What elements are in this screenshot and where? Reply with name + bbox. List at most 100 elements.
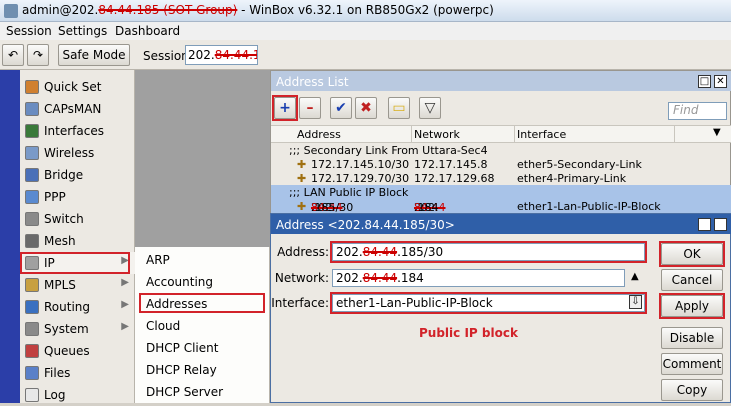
mesh-icon <box>25 234 39 248</box>
sidebar-menu: Quick Set CAPsMAN Interfaces Wireless Bridge… <box>20 70 135 403</box>
x-icon: ✖ <box>360 100 372 116</box>
address-list-title: Address List <box>276 75 349 89</box>
copy-button[interactable]: Copy <box>661 379 723 401</box>
address-label: Address: <box>277 245 329 259</box>
menu-session[interactable]: Session <box>6 24 52 38</box>
undo-button[interactable]: ↶ <box>2 44 24 66</box>
quick-set-icon <box>25 80 39 94</box>
restore-button[interactable]: □ <box>698 75 711 88</box>
close-icon: ✕ <box>716 76 725 87</box>
find-input[interactable]: Find <box>668 102 727 120</box>
menu-dashboard[interactable]: Dashboard <box>115 24 180 38</box>
sidebar-item-label: MPLS <box>44 278 76 292</box>
cell-interface: ether1-Lan-Public-IP-Block <box>517 200 661 213</box>
remove-button[interactable]: – <box>299 97 321 119</box>
sidebar-item-capsman[interactable]: CAPsMAN <box>20 98 135 120</box>
network-field[interactable]: 202.84.44.184 <box>332 269 625 287</box>
column-network[interactable]: Network <box>414 128 460 141</box>
cell-network: 172.17.145.8 <box>414 158 488 171</box>
sidebar-item-mpls[interactable]: MPLS ▶ <box>20 274 135 296</box>
column-header: Address Network Interface ▼ <box>271 125 731 143</box>
disable-button[interactable]: Disable <box>661 327 723 349</box>
comment-button[interactable]: ▭ <box>388 97 410 119</box>
redo-icon: ↷ <box>32 48 44 62</box>
system-icon <box>25 322 39 336</box>
sidebar-item-routing[interactable]: Routing ▶ <box>20 296 135 318</box>
interfaces-icon <box>25 124 39 138</box>
menu-settings[interactable]: Settings <box>58 24 107 38</box>
sidebar-item-switch[interactable]: Switch <box>20 208 135 230</box>
winbox-side-strip <box>0 70 20 403</box>
submenu-item-dhcp-server[interactable]: DHCP Server <box>135 381 270 403</box>
bridge-icon <box>25 168 39 182</box>
disable-button[interactable]: ✖ <box>355 97 377 119</box>
dialog-restore-button[interactable]: □ <box>698 218 711 231</box>
address-list-titlebar: Address List □ ✕ <box>271 71 731 91</box>
collapse-arrow-icon[interactable]: ▲ <box>631 271 639 282</box>
sidebar-item-label: PPP <box>44 190 66 204</box>
close-button[interactable]: ✕ <box>714 75 727 88</box>
table-row-selected[interactable]: ✚ 202. 84.44.185/30 202. 84.44.184 ether1-… <box>271 199 731 214</box>
interface-label: Interface: <box>271 296 329 310</box>
column-interface[interactable]: Interface <box>517 128 566 141</box>
comment-text: ;;; Secondary Link From Uttara-Sec4 <box>289 144 488 157</box>
comment-button[interactable]: Comment <box>661 353 723 375</box>
mpls-icon <box>25 278 39 292</box>
address-dialog-title: Address <202.84.44.185/30> <box>276 218 455 232</box>
session-field[interactable]: 202.84.44.185 <box>185 45 258 65</box>
enable-button[interactable]: ✔ <box>330 97 352 119</box>
redo-button[interactable]: ↷ <box>27 44 49 66</box>
main-toolbar: ↶ ↷ Safe Mode <box>0 40 731 70</box>
table-row[interactable]: ✚ 172.17.145.10/30 172.17.145.8 ether5-S… <box>271 157 731 172</box>
dialog-close-button[interactable]: ✕ <box>714 218 727 231</box>
sidebar-item-wireless[interactable]: Wireless <box>20 142 135 164</box>
sidebar-item-queues[interactable]: Queues <box>20 340 135 362</box>
cell-interface: ether5-Secondary-Link <box>517 158 642 171</box>
submenu-item-dhcp-client[interactable]: DHCP Client <box>135 337 270 359</box>
sidebar-item-label: Routing <box>44 300 91 314</box>
queues-icon <box>25 344 39 358</box>
submenu-item-cloud[interactable]: Cloud <box>135 315 270 337</box>
network-label: Network: <box>274 271 329 285</box>
submenu-item-accounting[interactable]: Accounting <box>135 271 270 293</box>
sidebar-item-label: System <box>44 322 89 336</box>
column-menu-icon[interactable]: ▼ <box>713 127 721 138</box>
submenu-item-dhcp-relay[interactable]: DHCP Relay <box>135 359 270 381</box>
interface-field-highlight <box>330 292 647 314</box>
sidebar-item-label: Files <box>44 366 71 380</box>
filter-button[interactable]: ▽ <box>419 97 441 119</box>
address-entry-icon: ✚ <box>297 172 307 185</box>
address-dialog: Address <202.84.44.185/30> □ ✕ Address: … <box>270 213 731 403</box>
sidebar-item-mesh[interactable]: Mesh <box>20 230 135 252</box>
apply-button-highlight <box>659 293 725 319</box>
sidebar-item-system[interactable]: System ▶ <box>20 318 135 340</box>
submenu-arrow-icon: ▶ <box>121 321 129 332</box>
submenu-arrow-icon: ▶ <box>121 299 129 310</box>
table-row[interactable]: ✚ 172.17.129.70/30 172.17.129.68 ether4-… <box>271 171 731 186</box>
submenu-arrow-icon: ▶ <box>121 277 129 288</box>
cell-interface: ether4-Primary-Link <box>517 172 627 185</box>
menu-bar: Session Settings Dashboard <box>0 22 731 40</box>
cell-address: 172.17.129.70/30 <box>311 172 410 185</box>
safe-mode-button[interactable]: Safe Mode <box>58 44 130 66</box>
sidebar-item-ip[interactable]: IP ▶ <box>20 252 135 274</box>
list-item[interactable]: ;;; LAN Public IP Block <box>271 185 731 200</box>
sidebar-item-quick-set[interactable]: Quick Set <box>20 76 135 98</box>
address-list-window: Address List □ ✕ + – ✔ ✖ ▭ ▽ Find Addres… <box>270 70 731 214</box>
cell-address: 172.17.145.10/30 <box>311 158 410 171</box>
window-titlebar: admin@202.84.44.185 (SOT Group) - WinBox… <box>0 0 731 22</box>
sidebar-item-label: Mesh <box>44 234 76 248</box>
sidebar-item-interfaces[interactable]: Interfaces <box>20 120 135 142</box>
undo-icon: ↶ <box>7 48 19 62</box>
column-address[interactable]: Address <box>297 128 341 141</box>
cancel-button[interactable]: Cancel <box>661 269 723 291</box>
comment-text: ;;; LAN Public IP Block <box>289 186 409 199</box>
sidebar-item-ppp[interactable]: PPP <box>20 186 135 208</box>
winbox-icon <box>4 4 18 18</box>
list-item[interactable]: ;;; Secondary Link From Uttara-Sec4 <box>271 143 731 158</box>
sidebar-item-bridge[interactable]: Bridge <box>20 164 135 186</box>
ok-button-highlight <box>659 241 725 267</box>
submenu-item-arp[interactable]: ARP <box>135 249 270 271</box>
sidebar-item-label: Switch <box>44 212 84 226</box>
sidebar-item-files[interactable]: Files <box>20 362 135 384</box>
